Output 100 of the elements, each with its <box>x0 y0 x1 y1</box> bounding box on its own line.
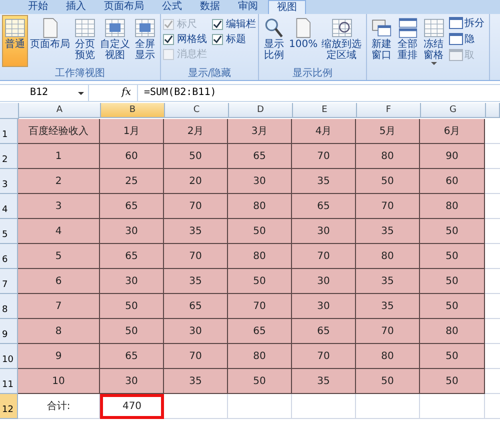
table-cell: 70 <box>164 344 228 369</box>
table-cell: 70 <box>292 344 356 369</box>
table-cell: 80 <box>420 319 485 344</box>
ribbon-button[interactable]: 全部重排 <box>394 15 421 67</box>
select-all-corner[interactable] <box>0 103 19 119</box>
ribbon-tab[interactable]: 插入 <box>58 0 94 14</box>
table-cell: 50 <box>420 294 485 319</box>
row-header[interactable]: 8 <box>0 294 18 319</box>
ribbon-button[interactable]: 缩放到选定区域 <box>320 15 364 67</box>
group-title: 显示/隐藏 <box>186 68 232 80</box>
ribbon-button[interactable]: 冻结窗格 <box>420 15 447 67</box>
row-header[interactable]: 4 <box>0 194 18 219</box>
checkbox[interactable] <box>163 34 174 44</box>
table-cell: 60 <box>420 169 485 194</box>
ribbon-button[interactable]: 拆分 <box>446 15 487 31</box>
row-header[interactable]: 5 <box>0 219 18 244</box>
row-header[interactable]: 2 <box>0 144 18 169</box>
table-cell: 50 <box>420 369 485 394</box>
table-cell: 5 <box>18 244 100 269</box>
table-cell: 470 <box>100 394 164 419</box>
table-cell: 80 <box>356 244 420 269</box>
table-cell: 65 <box>100 194 164 219</box>
empty-cell <box>356 394 420 419</box>
ribbon-tab[interactable]: 页面布局 <box>96 0 152 14</box>
ribbon-button[interactable]: 全屏显示 <box>132 15 158 67</box>
empty-cell <box>420 394 485 419</box>
row-header[interactable]: 7 <box>0 269 18 294</box>
table-cell: 20 <box>164 169 228 194</box>
row-header[interactable]: 1 <box>0 119 18 144</box>
table-cell: 50 <box>356 169 420 194</box>
grid-icon <box>74 17 96 39</box>
table-cell: 80 <box>356 144 420 169</box>
ribbon-tab[interactable]: 开始 <box>20 0 56 14</box>
ribbon-button[interactable]: 页面布局 <box>28 15 72 67</box>
ribbon-button[interactable]: 新建窗口 <box>368 15 395 67</box>
ribbon-tab[interactable]: 公式 <box>154 0 190 14</box>
ribbon-tab[interactable]: 数据 <box>192 0 228 14</box>
table-cell: 3月 <box>228 119 292 144</box>
window-icon <box>134 17 156 39</box>
column-header[interactable] <box>486 103 500 118</box>
name-box[interactable]: B12 <box>0 85 88 101</box>
table-cell: 1 <box>18 144 100 169</box>
row-header[interactable]: 12 <box>0 394 18 419</box>
row-header[interactable]: 10 <box>0 344 18 369</box>
checkbox[interactable] <box>212 34 223 44</box>
table-cell: 80 <box>228 194 292 219</box>
ribbon-tab[interactable]: 视图 <box>268 0 306 14</box>
table-cell: 1月 <box>100 119 164 144</box>
table-cell: 6 <box>18 269 100 294</box>
table-cell: 50 <box>420 219 485 244</box>
grid-icon <box>422 17 445 39</box>
column-header[interactable]: F <box>357 103 421 118</box>
table-cell: 80 <box>228 244 292 269</box>
table-cell: 10 <box>18 369 100 394</box>
ribbon-button[interactable]: 自定义视图 <box>98 15 132 67</box>
column-header[interactable]: B <box>101 103 165 118</box>
row-header[interactable]: 3 <box>0 169 18 194</box>
table-cell: 50 <box>228 269 292 294</box>
table-cell: 5月 <box>356 119 420 144</box>
table-cell: 30 <box>100 219 164 244</box>
table-cell: 50 <box>420 269 485 294</box>
formula-field[interactable]: =SUM(B2:B11) <box>138 85 216 101</box>
table-cell: 合计: <box>18 394 100 419</box>
ribbon-button[interactable]: 显示比例 <box>261 15 287 67</box>
table-cell: 70 <box>356 194 420 219</box>
table-cell: 90 <box>420 144 485 169</box>
table-cell: 30 <box>292 219 356 244</box>
checkbox[interactable] <box>212 18 223 30</box>
checkbox-label: 编辑栏 <box>226 18 256 31</box>
table-cell: 35 <box>164 269 228 294</box>
ribbon-button[interactable]: 普通 <box>2 15 28 67</box>
table-cell: 30 <box>292 269 356 294</box>
row-header[interactable]: 11 <box>0 369 18 394</box>
row-header[interactable]: 9 <box>0 319 18 344</box>
column-header[interactable]: G <box>421 103 486 118</box>
table-cell: 65 <box>100 344 164 369</box>
group-title: 工作簿视图 <box>54 68 106 80</box>
table-cell: 3 <box>18 194 100 219</box>
column-header[interactable]: D <box>229 103 293 118</box>
table-cell: 35 <box>164 219 228 244</box>
table-cell: 9 <box>18 344 100 369</box>
table-cell: 50 <box>420 344 485 369</box>
table-cell: 65 <box>164 294 228 319</box>
ribbon-button[interactable]: 100% <box>287 15 320 67</box>
ribbon-tab[interactable]: 审阅 <box>230 0 266 14</box>
table-cell: 50 <box>420 244 485 269</box>
table-cell: 70 <box>292 144 356 169</box>
ribbon-button[interactable]: 分页预览 <box>72 15 98 67</box>
column-header[interactable]: E <box>293 103 357 118</box>
column-header[interactable]: A <box>19 103 101 118</box>
table-cell: 70 <box>356 319 420 344</box>
row-header[interactable]: 6 <box>0 244 18 269</box>
table-cell: 70 <box>292 244 356 269</box>
table-cell: 25 <box>100 169 164 194</box>
column-header[interactable]: C <box>165 103 229 118</box>
ribbon-button[interactable]: 隐 <box>446 31 487 47</box>
checkbox-label: 标尺 <box>177 18 197 31</box>
table-cell: 80 <box>356 344 420 369</box>
function-button[interactable]: fx <box>122 87 131 98</box>
table-cell: 4月 <box>292 119 356 144</box>
